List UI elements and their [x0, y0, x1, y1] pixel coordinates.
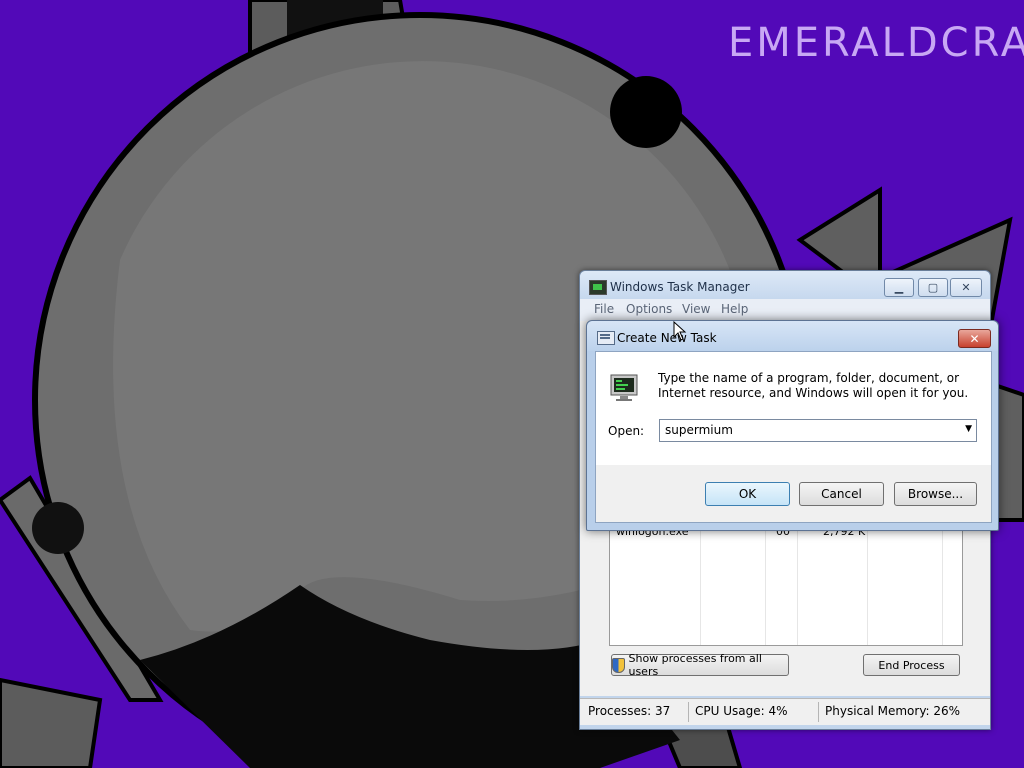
minimize-button[interactable]: ▁ [884, 278, 914, 297]
uac-shield-icon [612, 657, 626, 673]
dialog-body-top: Type the name of a program, folder, docu… [596, 352, 991, 465]
maximize-icon: ▢ [927, 281, 939, 294]
close-icon: ✕ [969, 331, 980, 346]
brand-text: EMERALDCRAFT [728, 20, 1024, 66]
column-separator [867, 521, 868, 645]
task-manager-menubar: File Options View Help [580, 299, 990, 321]
menu-help[interactable]: Help [721, 302, 748, 316]
process-list[interactable]: winlogon.exe 00 2,792 K [609, 521, 963, 646]
run-program-icon [610, 374, 638, 401]
dialog-window-icon [597, 331, 615, 345]
maximize-button[interactable]: ▢ [918, 278, 948, 297]
dialog-title: Create New Task [617, 331, 717, 345]
minimize-icon: ▁ [894, 281, 904, 294]
column-separator [700, 521, 701, 645]
chevron-down-icon[interactable]: ▼ [965, 424, 972, 434]
desktop: EMERALDCRAFT Windows Task Manager ▁ ▢ ✕ … [0, 0, 1024, 768]
open-input-value: supermium [665, 423, 733, 437]
end-process-button[interactable]: End Process [863, 654, 960, 676]
column-separator [765, 521, 766, 645]
status-separator [688, 702, 689, 722]
create-new-task-dialog: Create New Task ✕ Type the name of a pro… [586, 320, 999, 531]
browse-button-label: Browse... [907, 487, 964, 501]
dialog-body: Type the name of a program, folder, docu… [595, 351, 992, 523]
open-label: Open: [608, 424, 645, 438]
browse-button[interactable]: Browse... [894, 482, 977, 506]
show-all-processes-button[interactable]: Show processes from all users [611, 652, 789, 678]
end-process-label: End Process [878, 658, 945, 672]
mouse-cursor-icon [673, 321, 687, 341]
status-processes: Processes: 37 [588, 704, 671, 718]
dialog-message: Type the name of a program, folder, docu… [658, 371, 969, 400]
task-manager-icon [589, 280, 607, 295]
close-icon: ✕ [961, 281, 971, 294]
ok-button-label: OK [738, 487, 757, 501]
ok-button[interactable]: OK [705, 482, 790, 506]
menu-file[interactable]: File [594, 302, 614, 316]
status-bar: Processes: 37 CPU Usage: 4% Physical Mem… [580, 698, 990, 725]
column-separator [797, 521, 798, 645]
cancel-button[interactable]: Cancel [799, 482, 884, 506]
dialog-titlebar[interactable]: Create New Task ✕ [587, 321, 998, 351]
show-all-processes-label: Show processes from all users [628, 652, 762, 678]
status-separator [818, 702, 819, 722]
task-manager-close-button[interactable]: ✕ [950, 278, 982, 297]
open-input[interactable]: supermium ▼ [659, 419, 977, 442]
menu-view[interactable]: View [682, 302, 710, 316]
task-manager-titlebar[interactable]: Windows Task Manager ▁ ▢ ✕ [580, 271, 990, 299]
status-memory: Physical Memory: 26% [825, 704, 961, 718]
brand-logo: EMERALDCRAFT [724, 10, 1024, 76]
menu-options[interactable]: Options [626, 302, 672, 316]
status-cpu: CPU Usage: 4% [695, 704, 788, 718]
cancel-button-label: Cancel [821, 487, 862, 501]
task-manager-title: Windows Task Manager [610, 280, 750, 294]
dialog-close-button[interactable]: ✕ [958, 329, 991, 348]
column-separator [942, 521, 943, 645]
